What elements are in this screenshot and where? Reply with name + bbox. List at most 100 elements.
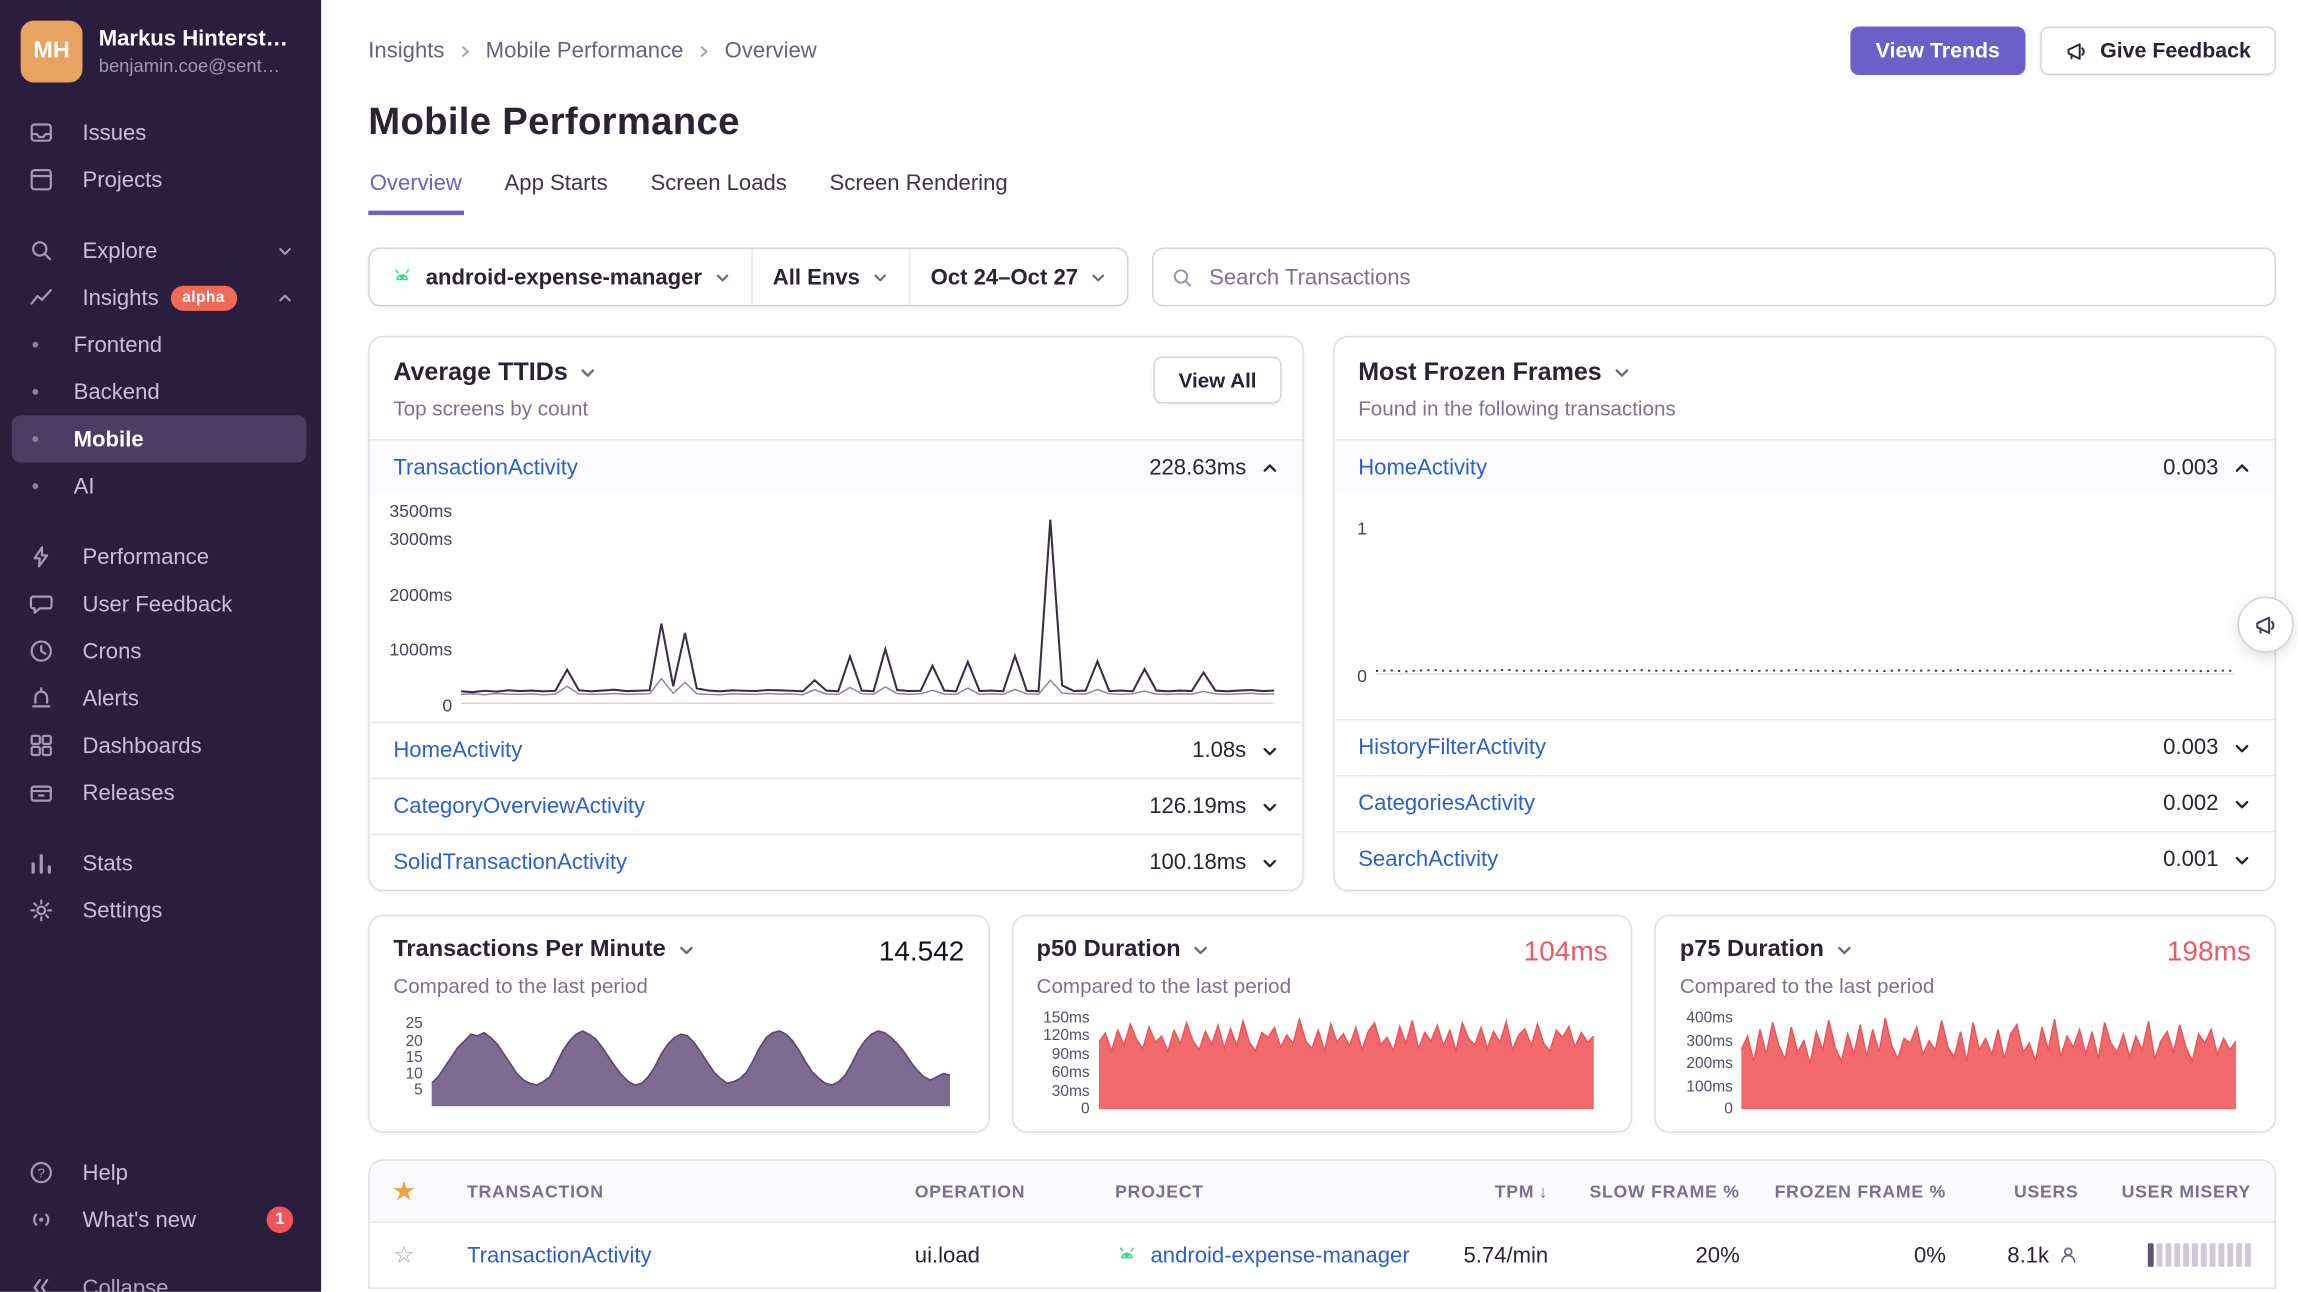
users-cell: 8.1k [2007,1243,2078,1268]
favorite-star-icon[interactable]: ★ [393,1176,467,1205]
transaction-link[interactable]: TransactionActivity [393,455,578,480]
chevron-down-icon[interactable] [678,941,696,959]
sidebar-item-ai[interactable]: AI [12,463,307,510]
sidebar-item-settings[interactable]: Settings [12,887,307,934]
tab-app-starts[interactable]: App Starts [503,171,609,215]
card-title: p75 Duration [1680,937,1824,964]
date-range-filter[interactable]: Oct 24–Oct 27 [909,249,1127,305]
project-link[interactable]: android-expense-manager [1150,1243,1409,1268]
tab-bar: Overview App Starts Screen Loads Screen … [368,171,2276,215]
date-range-value: Oct 24–Oct 27 [931,264,1078,289]
transaction-link[interactable]: SolidTransactionActivity [393,850,627,875]
sidebar-item-label: Settings [82,898,162,923]
feedback-widget-button[interactable] [2238,597,2294,653]
col-tpm[interactable]: TPM ↓ [1495,1181,1549,1202]
transaction-link[interactable]: HistoryFilterActivity [1358,735,1546,760]
search-box [1152,247,2276,306]
chevron-up-icon[interactable] [2233,459,2251,477]
bar-chart-icon [28,850,55,877]
panel-subtitle: Top screens by count [393,396,1278,420]
transaction-link[interactable]: CategoriesActivity [1358,791,1535,816]
chevron-down-icon[interactable] [1836,941,1854,959]
sidebar-item-stats[interactable]: Stats [12,840,307,887]
col-operation[interactable]: OPERATION [915,1181,1115,1202]
sidebar-item-help[interactable]: ? Help [12,1149,307,1196]
sidebar-item-label: Performance [82,544,209,569]
chevron-down-icon[interactable] [1261,854,1279,872]
row-value: 0.002 [2163,791,2218,816]
slow-frame-cell: 20% [1695,1243,1739,1268]
sidebar-item-projects[interactable]: Projects [12,156,307,203]
breadcrumb-mobile-performance[interactable]: Mobile Performance [486,38,684,63]
sidebar-item-releases[interactable]: Releases [12,769,307,816]
chevron-down-icon[interactable] [2233,851,2251,869]
row-value: 228.63ms [1149,455,1246,480]
transaction-link[interactable]: SearchActivity [1358,847,1498,872]
y-axis: 150ms120ms90ms60ms30ms0 [1037,1018,1099,1109]
project-filter[interactable]: android-expense-manager [370,249,751,305]
star-outline-icon[interactable]: ☆ [393,1240,467,1269]
chevron-down-icon[interactable] [1192,941,1210,959]
transaction-link[interactable]: HomeActivity [393,738,522,763]
y-axis: 3500ms3000ms2000ms1000ms0 [384,510,461,704]
sidebar-item-user-feedback[interactable]: User Feedback [12,580,307,627]
search-transactions-input[interactable] [1206,263,2257,291]
sidebar-nav: Issues Projects Explore Insights alpha F… [0,109,321,934]
col-transaction[interactable]: TRANSACTION [467,1181,915,1202]
sidebar-item-crons[interactable]: Crons [12,628,307,675]
row-value: 0.003 [2163,455,2218,480]
chevron-down-icon[interactable] [2233,739,2251,757]
breadcrumb-insights[interactable]: Insights [368,38,444,63]
col-frozen-frame[interactable]: FROZEN FRAME % [1775,1181,1946,1202]
chevron-up-icon [277,289,293,305]
chevron-down-icon[interactable] [1614,364,1632,382]
col-project[interactable]: PROJECT [1115,1181,1439,1202]
environment-filter[interactable]: All Envs [751,249,909,305]
chevron-down-icon[interactable] [1261,742,1279,760]
transaction-link[interactable]: HomeActivity [1358,455,1487,480]
tab-overview[interactable]: Overview [368,171,463,215]
chevron-down-icon[interactable] [2233,795,2251,813]
sidebar-item-label: Crons [82,639,141,664]
main-content: Insights Mobile Performance Overview Vie… [321,0,2298,1292]
sidebar-item-performance[interactable]: Performance [12,533,307,580]
sidebar-item-issues[interactable]: Issues [12,109,307,156]
sidebar-item-backend[interactable]: Backend [12,368,307,415]
sidebar-item-frontend[interactable]: Frontend [12,321,307,368]
chevron-down-icon [872,269,888,285]
sidebar-item-dashboards[interactable]: Dashboards [12,722,307,769]
view-trends-button[interactable]: View Trends [1851,27,2025,76]
row-value: 126.19ms [1149,794,1246,819]
col-slow-frame[interactable]: SLOW FRAME % [1589,1181,1739,1202]
sidebar-item-insights[interactable]: Insights alpha [12,274,307,321]
sidebar-item-label: Insights [82,285,158,310]
sidebar-item-mobile[interactable]: Mobile [12,415,307,462]
give-feedback-button[interactable]: Give Feedback [2040,27,2276,76]
ttid-row-0: TransactionActivity 228.63ms [370,439,1302,495]
tab-screen-loads[interactable]: Screen Loads [649,171,788,215]
panel-grid: Average TTIDs Top screens by count View … [368,336,2276,891]
sidebar-item-label: AI [74,474,95,499]
chevron-up-icon[interactable] [1261,459,1279,477]
sort-desc-icon: ↓ [1539,1181,1549,1202]
col-users[interactable]: USERS [2014,1181,2079,1202]
sidebar-item-alerts[interactable]: Alerts [12,675,307,722]
frozen-row-3: SearchActivity 0.001 [1335,831,2275,887]
transaction-link[interactable]: TransactionActivity [467,1243,915,1268]
chevron-down-icon[interactable] [580,364,598,382]
sidebar-item-whats-new[interactable]: What's new 1 [12,1196,307,1243]
col-user-misery[interactable]: USER MISERY [2122,1181,2251,1202]
ttid-chart-block: 3500ms3000ms2000ms1000ms0 [370,495,1302,722]
view-all-button[interactable]: View All [1154,356,1282,403]
sidebar-item-label: Releases [82,780,174,805]
chevron-down-icon[interactable] [1261,798,1279,816]
user-name: Markus Hinterst… [99,27,288,52]
frozen-row-0: HomeActivity 0.003 [1335,439,2275,495]
sidebar-item-explore[interactable]: Explore [12,227,307,274]
project-cell: android-expense-manager [1115,1243,1439,1268]
sidebar-collapse-button[interactable]: Collapse [12,1264,307,1292]
tab-screen-rendering[interactable]: Screen Rendering [828,171,1009,215]
user-menu[interactable]: MH Markus Hinterst… benjamin.coe@sent… [0,0,321,94]
transaction-link[interactable]: CategoryOverviewActivity [393,794,645,819]
p75-duration-card: p75 Duration Compared to the last period… [1655,915,2276,1133]
